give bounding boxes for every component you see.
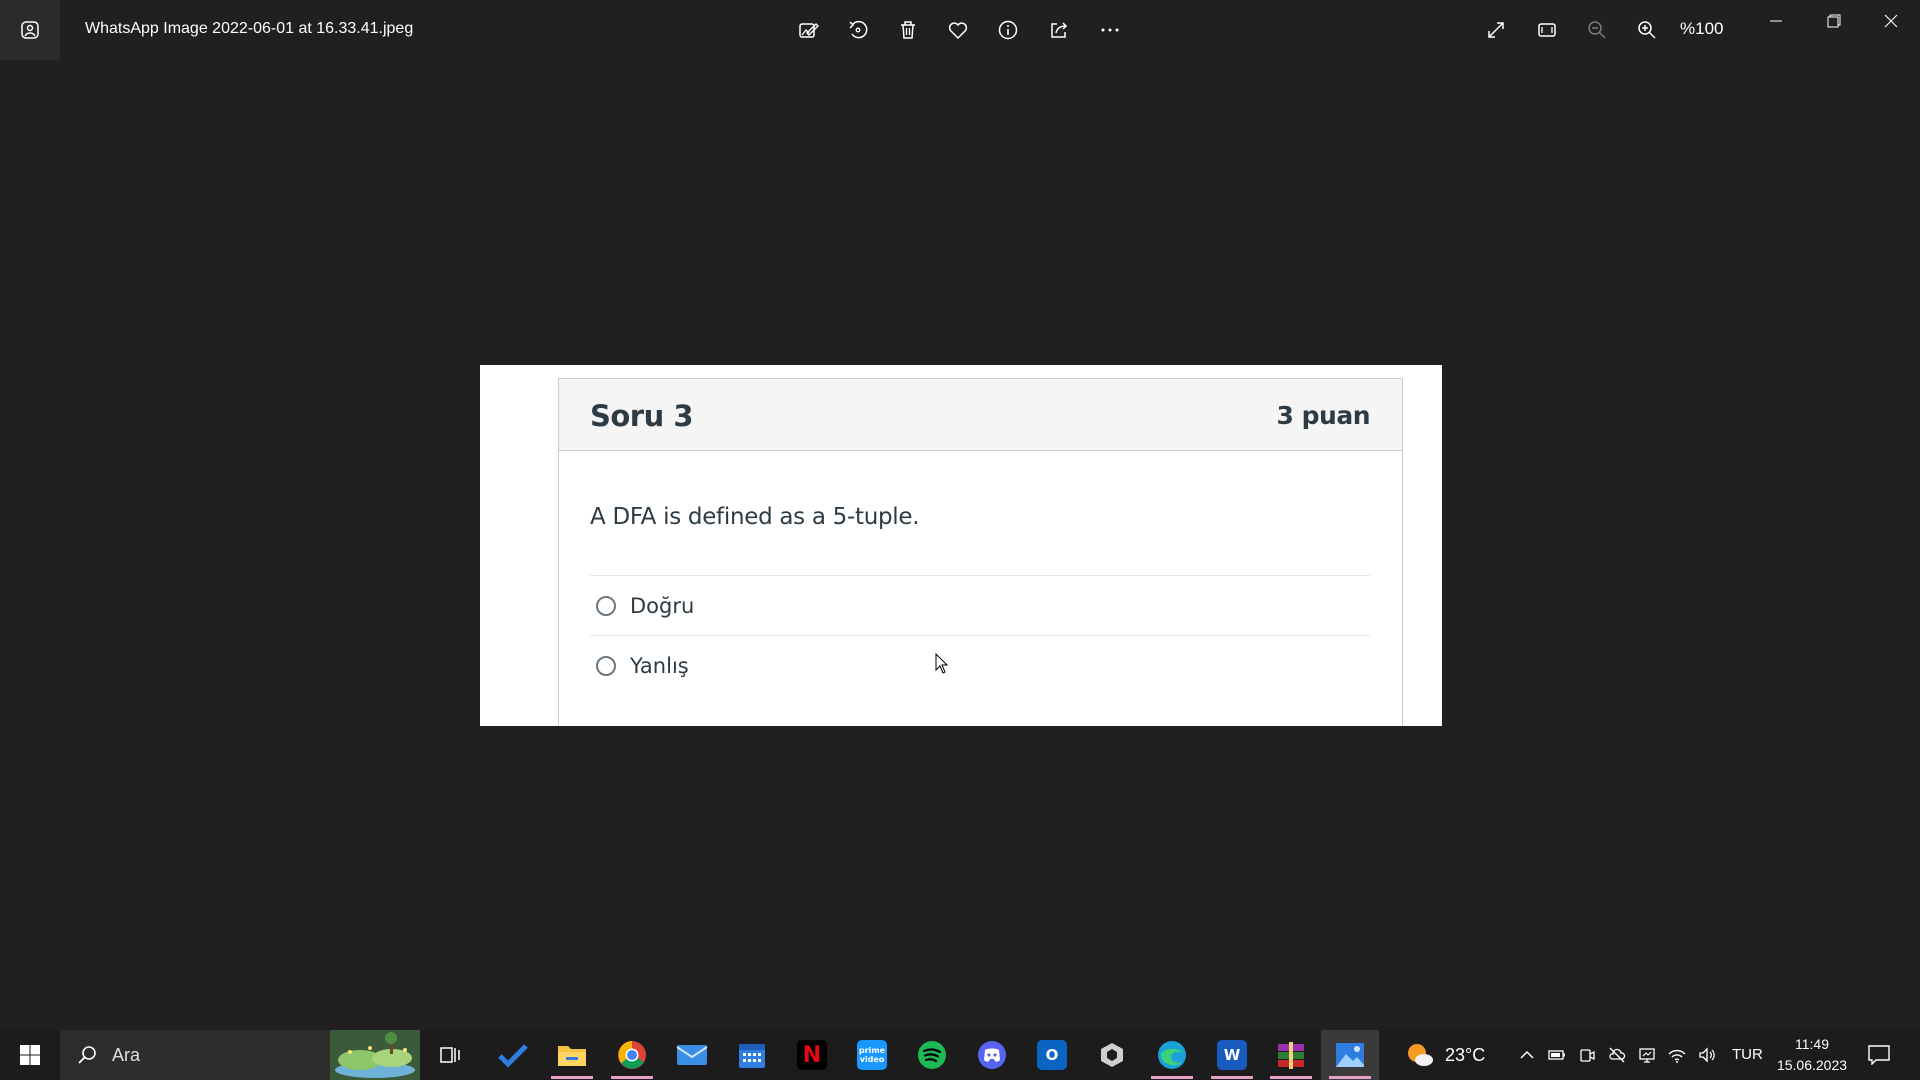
taskbar-app-file-explorer[interactable] — [543, 1030, 601, 1080]
rotate-icon[interactable] — [838, 10, 878, 50]
folder-icon — [558, 1046, 586, 1066]
taskbar-app-netflix[interactable]: N — [783, 1030, 841, 1080]
notification-center-button[interactable] — [1862, 1040, 1896, 1070]
windows-logo-icon — [20, 1045, 40, 1065]
title-bar: WhatsApp Image 2022-06-01 at 16.33.41.jp… — [0, 0, 1920, 60]
task-view-icon — [440, 1047, 460, 1063]
camera-privacy-icon[interactable] — [1577, 1045, 1597, 1065]
outlook-icon: O — [1037, 1040, 1067, 1070]
weather-temperature: 23°C — [1445, 1044, 1486, 1065]
taskbar-app-spotify[interactable] — [903, 1030, 961, 1080]
radio-button[interactable] — [596, 595, 616, 616]
taskbar-app-todo[interactable] — [484, 1030, 542, 1080]
photos-app-icon-glyph — [21, 21, 39, 39]
more-icon[interactable] — [1090, 10, 1130, 50]
radio-button[interactable] — [596, 655, 616, 676]
minimize-button[interactable] — [1747, 0, 1805, 42]
zoom-level[interactable]: %100 — [1680, 19, 1723, 39]
netflix-icon: N — [797, 1040, 827, 1070]
answer-option-true[interactable]: Doğru — [590, 575, 1370, 635]
taskbar-app-winrar[interactable] — [1262, 1030, 1320, 1080]
taskbar-app-calendar[interactable] — [723, 1030, 781, 1080]
zoom-out-icon[interactable] — [1577, 10, 1617, 50]
edge-icon — [1158, 1041, 1186, 1069]
taskbar-app-photos[interactable] — [1321, 1030, 1379, 1080]
taskbar-app-edge[interactable] — [1143, 1030, 1201, 1080]
taskbar-app-discord[interactable] — [963, 1030, 1021, 1080]
weather-sun-cloud-icon — [1408, 1044, 1433, 1066]
favorite-icon[interactable] — [938, 10, 978, 50]
show-hidden-icons-chevron-icon[interactable] — [1517, 1045, 1537, 1065]
winrar-icon — [1278, 1042, 1304, 1069]
running-indicator — [551, 1076, 593, 1079]
system-clock[interactable]: 11:49 15.06.2023 — [1772, 1034, 1852, 1076]
discord-icon — [978, 1041, 1006, 1069]
running-indicator — [1270, 1076, 1312, 1079]
taskbar-app-mail[interactable] — [663, 1030, 721, 1080]
quiz-question-card: Soru 3 3 puan A DFA is defined as a 5-tu… — [558, 378, 1403, 726]
info-icon[interactable] — [988, 10, 1028, 50]
answer-label: Doğru — [630, 593, 695, 618]
close-button[interactable] — [1862, 0, 1920, 42]
word-icon: W — [1217, 1040, 1247, 1070]
mouse-cursor-icon — [935, 653, 949, 674]
search-highlight-illustration — [330, 1030, 420, 1080]
question-text: A DFA is defined as a 5-tuple. — [590, 504, 920, 530]
question-header: Soru 3 3 puan — [559, 379, 1402, 451]
taskbar: Ara N prime video O W 23°C TUR 11:49 15.… — [0, 1030, 1920, 1080]
spotify-icon — [918, 1041, 946, 1069]
volume-icon[interactable] — [1697, 1045, 1717, 1065]
running-indicator — [1151, 1076, 1193, 1079]
restore-button[interactable] — [1805, 0, 1863, 42]
weather-widget[interactable]: 23°C — [1405, 1030, 1520, 1080]
prime-video-icon: prime video — [857, 1040, 887, 1070]
edit-image-icon[interactable] — [788, 10, 828, 50]
running-indicator — [1211, 1076, 1253, 1079]
chrome-icon — [618, 1041, 646, 1069]
clock-date: 15.06.2023 — [1776, 1057, 1848, 1073]
search-icon — [78, 1046, 96, 1064]
answer-option-false[interactable]: Yanlış — [590, 635, 1370, 695]
taskbar-search-box[interactable]: Ara — [60, 1030, 420, 1080]
running-indicator — [1329, 1076, 1371, 1079]
display-icon[interactable] — [1637, 1045, 1657, 1065]
question-title: Soru 3 — [590, 399, 694, 433]
photo-canvas[interactable]: Soru 3 3 puan A DFA is defined as a 5-tu… — [480, 365, 1442, 726]
running-indicator — [611, 1076, 653, 1079]
zoom-in-icon[interactable] — [1627, 10, 1667, 50]
question-points: 3 puan — [1276, 401, 1371, 430]
input-language-indicator[interactable]: TUR — [1732, 1046, 1763, 1063]
taskbar-app-chrome[interactable] — [603, 1030, 661, 1080]
fullscreen-icon[interactable] — [1476, 10, 1516, 50]
clock-time: 11:49 — [1795, 1036, 1829, 1052]
mail-icon — [676, 1045, 708, 1065]
delete-icon[interactable] — [888, 10, 928, 50]
answer-label: Yanlış — [630, 653, 689, 678]
notification-icon — [1868, 1045, 1890, 1065]
search-placeholder: Ara — [112, 1044, 141, 1065]
fit-to-window-icon[interactable] — [1527, 10, 1567, 50]
calendar-icon — [739, 1044, 765, 1068]
photos-app-icon[interactable] — [0, 0, 60, 60]
share-icon[interactable] — [1039, 10, 1079, 50]
task-view-button[interactable] — [421, 1030, 479, 1080]
taskbar-app-word[interactable]: W — [1203, 1030, 1261, 1080]
taskbar-app-outlook[interactable]: O — [1023, 1030, 1081, 1080]
file-title: WhatsApp Image 2022-06-01 at 16.33.41.jp… — [85, 20, 414, 37]
photos-icon — [1336, 1043, 1364, 1067]
battery-icon[interactable] — [1547, 1045, 1567, 1065]
todo-icon — [498, 1044, 528, 1068]
wifi-icon[interactable] — [1667, 1045, 1687, 1065]
taskbar-app-prime-video[interactable]: prime video — [843, 1030, 901, 1080]
unity-icon — [1101, 1043, 1123, 1067]
onedrive-offline-icon[interactable] — [1607, 1045, 1627, 1065]
taskbar-app-unity[interactable] — [1083, 1030, 1141, 1080]
start-button[interactable] — [0, 1030, 60, 1080]
